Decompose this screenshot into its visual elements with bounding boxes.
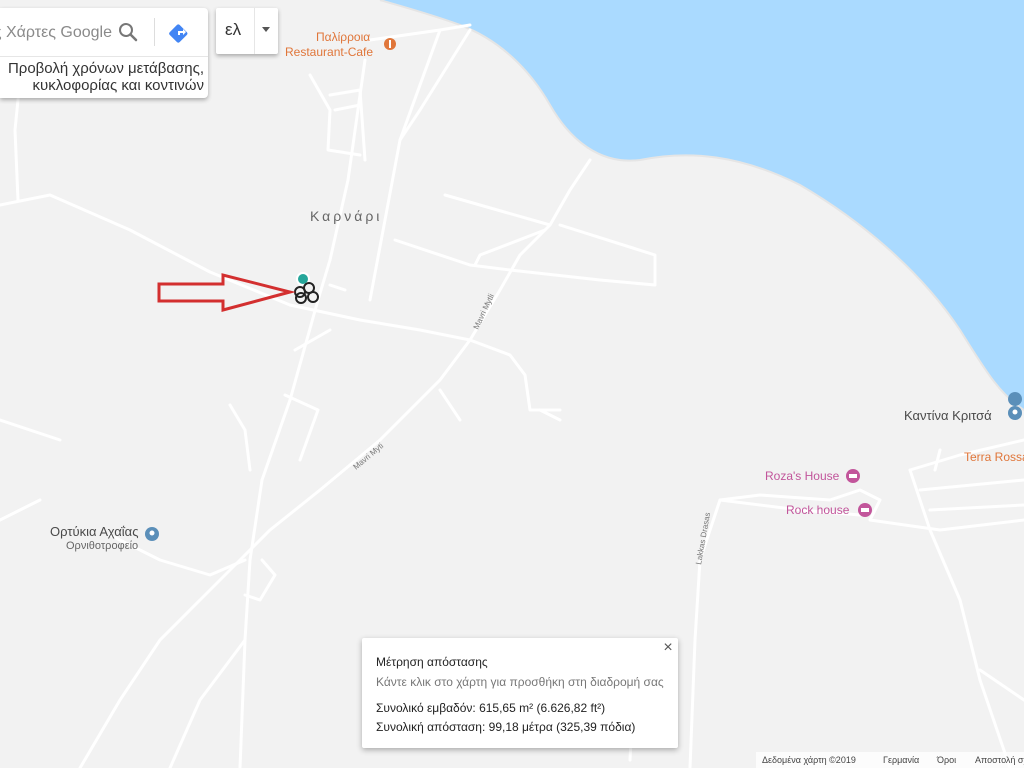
search-field — [0, 8, 208, 57]
attribution-bar: Δεδομένα χάρτη ©2019 Γερμανία Όροι Αποστ… — [756, 752, 1024, 768]
measure-total-distance: Συνολική απόσταση: 99,18 μέτρα (325,39 π… — [376, 720, 636, 734]
search-icon — [119, 23, 138, 42]
poi-label-palirroia-sub[interactable]: Restaurant-Cafe — [285, 45, 373, 59]
search-input[interactable] — [0, 21, 114, 45]
country-link[interactable]: Γερμανία — [883, 755, 919, 765]
close-icon[interactable]: × — [661, 640, 675, 656]
search-button[interactable] — [112, 18, 144, 46]
poi-label-palirroia[interactable]: Παλίρροια — [316, 30, 370, 44]
send-feedback-link[interactable]: Αποστολή σχολίων — [975, 755, 1024, 765]
map-data-credit: Δεδομένα χάρτη ©2019 — [762, 755, 856, 765]
language-label: ελ — [225, 20, 242, 39]
directions-icon — [169, 24, 188, 43]
poi-label-rock[interactable]: Rock house — [786, 503, 849, 517]
chevron-down-icon[interactable] — [262, 27, 270, 32]
hotel-pin-icon — [858, 503, 872, 517]
poi-label-kantina[interactable]: Καντίνα Κριτσά — [904, 408, 992, 423]
measure-title: Μέτρηση απόστασης — [376, 655, 488, 669]
poi-label-ortykia[interactable]: Ορτύκια Αχαΐας — [50, 524, 138, 539]
measure-hint: Κάντε κλικ στο χάρτη για προσθήκη στη δι… — [376, 675, 664, 689]
poi-label-terra[interactable]: Terra Rossa — [964, 450, 1024, 464]
measure-total-area: Συνολικό εμβαδόν: 615,65 m² (6.626,82 ft… — [376, 701, 606, 715]
restaurant-pin-icon — [384, 38, 396, 50]
language-divider — [254, 8, 255, 54]
directions-button[interactable] — [164, 18, 198, 48]
town-label-karnari: Καρνάρι — [310, 208, 383, 224]
place-pin-icon — [145, 527, 159, 541]
measure-distance-panel: Μέτρηση απόστασης Κάντε κλικ στο χάρτη γ… — [362, 638, 678, 748]
terms-link[interactable]: Όροι — [937, 755, 956, 765]
search-panel: Προβολή χρόνων μετάβασης, κυκλοφορίας κα… — [0, 8, 208, 98]
hotel-pin-icon — [846, 469, 860, 483]
search-divider — [154, 18, 155, 46]
traffic-info-text[interactable]: Προβολή χρόνων μετάβασης, κυκλοφορίας κα… — [0, 60, 204, 94]
poi-label-rozas[interactable]: Roza's House — [765, 469, 839, 483]
poi-label-ortykia-sub: Ορνιθοτροφείο — [66, 540, 139, 552]
language-dropdown[interactable]: ελ — [216, 8, 278, 54]
